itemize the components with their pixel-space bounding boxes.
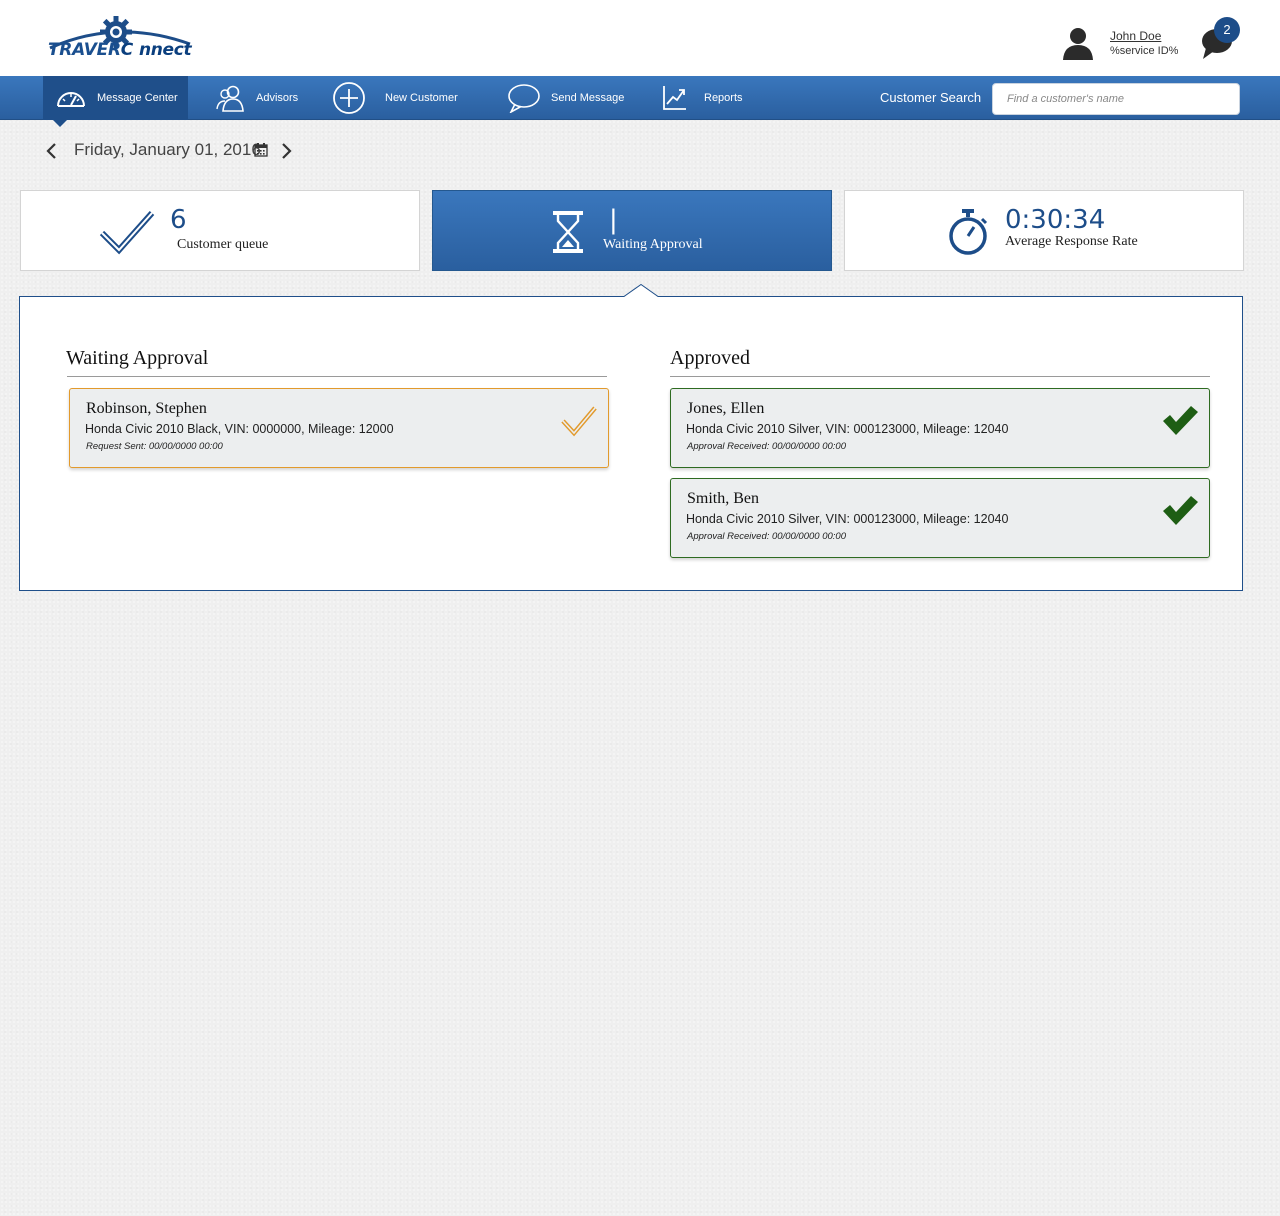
nav-label: New Customer — [385, 92, 458, 104]
calendar-icon[interactable] — [254, 143, 268, 157]
stopwatch-icon — [949, 209, 988, 255]
waiting-approval-heading: Waiting Approval — [66, 347, 209, 369]
customer-name: Smith, Ben — [687, 490, 760, 507]
approval-status: Approval Received: 00/00/0000 00:00 — [687, 441, 846, 452]
request-card-smith[interactable]: Smith, Ben Honda Civic 2010 Silver, VIN:… — [670, 478, 1210, 558]
request-card-robinson[interactable]: Robinson, Stephen Honda Civic 2010 Black… — [69, 388, 609, 468]
user-name-link[interactable]: John Doe — [1110, 29, 1161, 43]
nav-label: Reports — [704, 92, 743, 104]
checkmark-icon — [99, 211, 155, 255]
nav-item-send-message[interactable]: Send Message — [507, 76, 624, 120]
user-silhouette-icon[interactable] — [1060, 26, 1096, 60]
stat-value: | — [609, 205, 618, 235]
divider — [67, 376, 607, 377]
current-date: Friday, January 01, 2016 — [74, 140, 261, 159]
approved-heading: Approved — [670, 347, 750, 369]
top-header: TRAVERC nnect John Doe %service ID% 2 — [0, 0, 1280, 76]
customer-search-label: Customer Search — [880, 90, 982, 105]
people-icon — [216, 85, 244, 112]
active-nav-pointer — [52, 119, 68, 127]
stat-card-average-response[interactable]: 0:30:34 Average Response Rate — [844, 190, 1244, 271]
nav-item-new-customer[interactable]: New Customer — [332, 76, 458, 120]
approved-check-icon — [1163, 406, 1198, 435]
pending-check-icon — [561, 406, 597, 437]
customer-search-input[interactable] — [992, 83, 1240, 115]
plus-circle-icon — [333, 82, 365, 114]
request-card-jones[interactable]: Jones, Ellen Honda Civic 2010 Silver, VI… — [670, 388, 1210, 468]
speedometer-icon — [57, 92, 85, 107]
stat-label: Average Response Rate — [1005, 234, 1138, 249]
line-chart-icon — [663, 86, 686, 110]
user-service-id: %service ID% — [1110, 45, 1179, 57]
logo-word-c: C — [120, 40, 133, 60]
traverconnect-logo[interactable]: TRAVERC nnect — [48, 12, 198, 62]
nav-label: Message Center — [97, 92, 178, 104]
customer-name: Robinson, Stephen — [86, 400, 207, 417]
approved-check-icon — [1163, 496, 1198, 525]
stat-card-waiting-approval[interactable]: | Waiting Approval — [432, 190, 832, 271]
chevron-left-icon[interactable] — [44, 142, 60, 160]
hourglass-icon — [553, 211, 583, 253]
vehicle-info: Honda Civic 2010 Silver, VIN: 000123000,… — [686, 422, 1009, 436]
logo-word-nnect: nnect — [138, 40, 192, 60]
approval-status: Approval Received: 00/00/0000 00:00 — [687, 531, 846, 542]
nav-item-message-center[interactable]: Message Center — [43, 76, 188, 120]
panel-pointer — [624, 284, 658, 297]
logo-wordmark: TRAVERC nnect — [48, 40, 192, 60]
stat-label: Waiting Approval — [603, 237, 703, 252]
speech-bubble-icon — [508, 84, 540, 113]
divider — [670, 376, 1210, 377]
nav-item-reports[interactable]: Reports — [662, 76, 743, 120]
logo-word-traver: TRAVER — [48, 40, 121, 60]
customer-name: Jones, Ellen — [687, 400, 765, 417]
stat-label: Customer queue — [177, 237, 269, 252]
approval-panel: Waiting Approval Robinson, Stephen Honda… — [19, 296, 1243, 591]
stat-card-customer-queue[interactable]: 6 Customer queue — [20, 190, 420, 271]
stat-value: 0:30:34 — [1005, 205, 1106, 235]
nav-label: Send Message — [551, 92, 625, 104]
vehicle-info: Honda Civic 2010 Silver, VIN: 000123000,… — [686, 512, 1009, 526]
nav-label: Advisors — [256, 92, 299, 104]
nav-item-advisors[interactable]: Advisors — [216, 76, 298, 120]
request-status: Request Sent: 00/00/0000 00:00 — [86, 441, 223, 452]
stat-value: 6 — [170, 205, 187, 235]
vehicle-info: Honda Civic 2010 Black, VIN: 0000000, Mi… — [85, 422, 394, 436]
notification-badge[interactable]: 2 — [1214, 17, 1240, 43]
chevron-right-icon[interactable] — [278, 142, 294, 160]
